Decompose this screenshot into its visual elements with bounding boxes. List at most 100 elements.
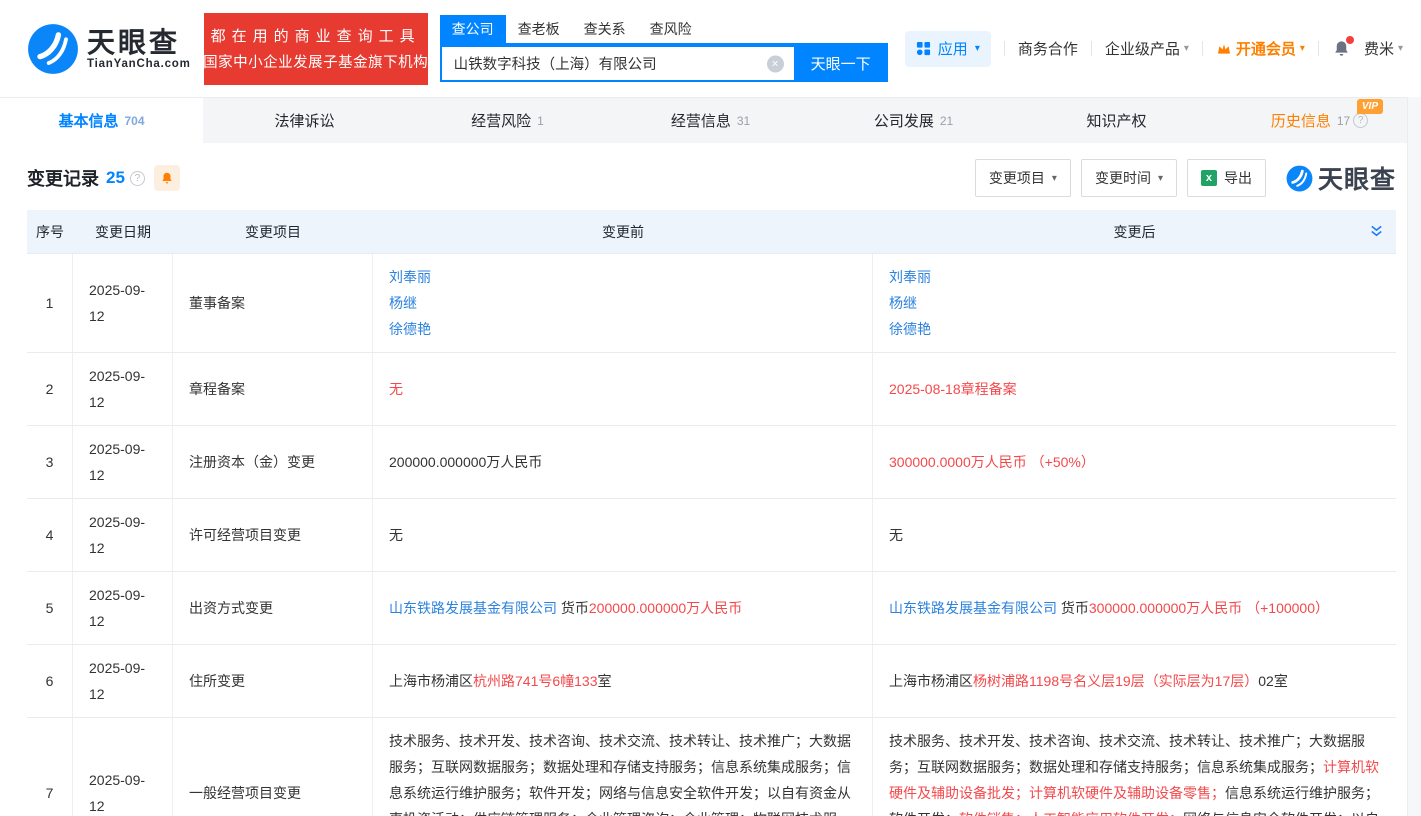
value-text: 技术服务、技术开发、技术咨询、技术交流、技术转让、技术推广；大数据服务；互联网数… [389,733,851,816]
change-item: 注册资本（金）变更 [173,426,373,498]
before-value: 技术服务、技术开发、技术咨询、技术交流、技术转让、技术推广；大数据服务；互联网数… [373,718,873,816]
change-date: 2025-09-12 [73,645,173,717]
logo-title: 天眼查 [87,28,191,58]
search-tab-relation[interactable]: 查关系 [572,15,638,43]
entity-link[interactable]: 山东铁路发展基金有限公司 [389,600,557,616]
search-tab-boss[interactable]: 查老板 [506,15,572,43]
scrollbar[interactable] [1407,97,1421,816]
notifications-bell[interactable] [1332,39,1351,58]
search-tab-risk[interactable]: 查风险 [638,15,704,43]
filter-change-item-button[interactable]: 变更项目 ▾ [975,159,1071,197]
export-label: 导出 [1224,168,1252,188]
table-header: 序号 变更日期 变更项目 变更前 变更后 [27,210,1396,254]
col-header-item: 变更项目 [173,222,373,242]
tab-label: 历史信息 [1271,110,1331,131]
after-value: 2025-08-18章程备案 [873,353,1396,425]
tab-basic[interactable]: 基本信息704 [0,98,203,143]
collapse-all-icon[interactable] [1369,224,1384,242]
notification-dot [1346,36,1354,44]
divider [1004,41,1005,56]
change-item: 一般经营项目变更 [173,718,373,816]
row-index: 7 [27,718,73,816]
entity-link[interactable]: 杨继 [889,295,917,311]
apps-menu[interactable]: 应用 ▾ [905,31,991,67]
search-button[interactable]: 天眼一下 [794,45,888,82]
search-input[interactable] [442,47,794,80]
vip-badge: VIP [1357,99,1383,114]
section-actions: 变更项目 ▾ 变更时间 ▾ x 导出 天眼查 [975,159,1396,197]
entity-link[interactable]: 徐德艳 [889,321,931,337]
after-value: 技术服务、技术开发、技术咨询、技术交流、技术转让、技术推广；大数据服务；互联网数… [873,718,1396,816]
after-value: 山东铁路发展基金有限公司 货币300000.000000万人民币 （+10000… [873,572,1396,644]
value-text: 200000.000000万人民币 [389,454,542,470]
filter-time-label: 变更时间 [1095,168,1151,188]
change-date: 2025-09-12 [73,254,173,352]
change-date: 2025-09-12 [73,572,173,644]
export-button[interactable]: x 导出 [1187,159,1266,197]
chevron-down-icon: ▾ [1184,43,1189,54]
entity-link[interactable]: 杨继 [389,295,417,311]
top-nav: 应用 ▾ 商务合作 企业级产品 ▾ 开通会员 ▾ 费米 ▾ [905,31,1403,67]
nav-vip[interactable]: 开通会员 ▾ [1216,38,1305,59]
help-icon[interactable]: ? [130,171,145,186]
before-value: 无 [373,353,873,425]
help-icon[interactable]: ? [1353,113,1368,128]
entity-link[interactable]: 刘奉丽 [389,269,431,285]
change-date: 2025-09-12 [73,353,173,425]
table-row: 72025-09-12一般经营项目变更技术服务、技术开发、技术咨询、技术交流、技… [27,718,1396,816]
section-title: 变更记录 [27,165,99,191]
watermark-text: 天眼查 [1318,160,1396,196]
nav-user[interactable]: 费米 ▾ [1364,38,1403,59]
value-text: 上海市杨浦区 [389,673,473,689]
entity-link[interactable]: 山东铁路发展基金有限公司 [889,600,1057,616]
value-text: 2025-08-18章程备案 [889,381,1017,397]
change-item: 许可经营项目变更 [173,499,373,571]
table-row: 22025-09-12章程备案无2025-08-18章程备案 [27,353,1396,426]
row-index: 6 [27,645,73,717]
row-index: 1 [27,254,73,352]
promo-banner: 都在用的商业查询工具 国家中小企业发展子基金旗下机构 [204,13,428,85]
chevron-down-icon: ▾ [1398,43,1403,54]
table-row: 52025-09-12出资方式变更山东铁路发展基金有限公司 货币200000.0… [27,572,1396,645]
promo-line-1: 都在用的商业查询工具 [211,25,421,46]
value-text: 无 [389,527,403,543]
value-text: 软件销售；人工智能应用软件开发； [959,811,1183,816]
table-body: 12025-09-12董事备案刘奉丽杨继徐德艳刘奉丽杨继徐德艳22025-09-… [27,254,1396,816]
tab-history[interactable]: 历史信息17?VIP [1218,98,1421,143]
clear-icon[interactable]: × [767,55,784,72]
row-index: 3 [27,426,73,498]
value-text: 货币 [1057,600,1089,616]
section-header: 变更记录 25 ? 变更项目 ▾ 变更时间 ▾ x 导出 [27,158,1396,198]
tianyancha-logo[interactable]: 天眼查 TianYanCha.com [27,23,191,75]
search-tab-company[interactable]: 查公司 [440,15,506,43]
tab-label: 知识产权 [1086,110,1146,131]
before-value: 上海市杨浦区杭州路741号6幢133室 [373,645,873,717]
entity-link[interactable]: 徐德艳 [389,321,431,337]
table-row: 62025-09-12住所变更上海市杨浦区杭州路741号6幢133室上海市杨浦区… [27,645,1396,718]
value-text: 杨树浦路1198号名义层19层（实际层为17层） [973,673,1258,689]
tab-ip[interactable]: 知识产权 [1015,98,1218,143]
row-index: 2 [27,353,73,425]
enterprise-label: 企业级产品 [1105,38,1180,59]
change-date: 2025-09-12 [73,499,173,571]
logo-text: 天眼查 TianYanCha.com [87,28,191,70]
before-value: 200000.000000万人民币 [373,426,873,498]
excel-icon: x [1201,170,1217,186]
value-text: 无 [389,381,403,397]
subscribe-bell-button[interactable] [154,165,180,191]
tab-lawsuit[interactable]: 法律诉讼 [203,98,406,143]
change-item: 住所变更 [173,645,373,717]
col-header-after: 变更后 [873,222,1396,242]
tab-operating-info[interactable]: 经营信息31 [609,98,812,143]
chevron-down-icon: ▾ [1052,173,1057,184]
filter-change-time-button[interactable]: 变更时间 ▾ [1081,159,1177,197]
change-date: 2025-09-12 [73,426,173,498]
nav-cooperation[interactable]: 商务合作 [1018,38,1078,59]
divider [1202,41,1203,56]
nav-enterprise[interactable]: 企业级产品 ▾ [1105,38,1189,59]
tab-operating-risk[interactable]: 经营风险1 [406,98,609,143]
tab-development[interactable]: 公司发展21 [812,98,1015,143]
app-grid-icon [916,41,931,56]
entity-link[interactable]: 刘奉丽 [889,269,931,285]
tab-count: 31 [737,114,750,128]
